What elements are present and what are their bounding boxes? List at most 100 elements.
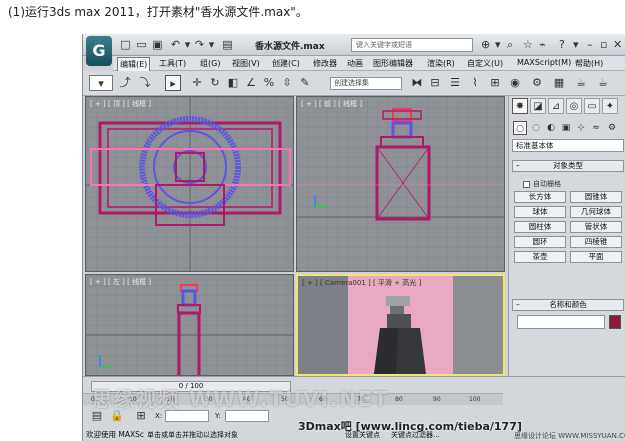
subscription-icon[interactable]: ⌕ (507, 38, 513, 52)
open-file-icon[interactable]: ▭ (135, 38, 148, 51)
viewport-camera-label[interactable]: [ + ] [ Camera001 ] [ 平滑 + 高光 ] (302, 278, 421, 288)
cylinder-button[interactable]: 圆柱体 (514, 221, 566, 233)
name-color-rollout[interactable]: – 名称和颜色 (512, 299, 624, 311)
auto-grid-checkbox[interactable]: 自动栅格 (523, 179, 561, 189)
box-button[interactable]: 长方体 (514, 191, 566, 203)
spinner-snap-icon[interactable]: ⇳ (279, 75, 295, 91)
redo-dropdown-icon[interactable]: ▾ (205, 38, 218, 51)
helpers-icon[interactable]: ⊹ (574, 121, 588, 135)
menu-modifiers[interactable]: 修改器 (311, 57, 339, 70)
viewport-front-label[interactable]: [ + ] [ 前 ] [ 线框 ] (301, 99, 362, 109)
torus-button[interactable]: 圆环 (514, 236, 566, 248)
material-editor-icon[interactable]: ◉ (507, 75, 523, 91)
move-icon[interactable]: ✛ (189, 75, 205, 91)
plane-button[interactable]: 平面 (570, 251, 622, 263)
select-icon[interactable]: ▸ (165, 75, 181, 91)
angle-snap-icon[interactable]: ∠ (243, 75, 259, 91)
menu-tools[interactable]: 工具(T) (157, 57, 188, 70)
shapes-icon[interactable]: ◌ (529, 121, 543, 135)
geometry-icon[interactable]: ○ (513, 121, 527, 135)
viewport-camera[interactable]: [ + ] [ Camera001 ] [ 平滑 + 高光 ] (296, 274, 505, 376)
cone-button[interactable]: 圆锥体 (570, 191, 622, 203)
geosphere-button[interactable]: 几何球体 (570, 206, 622, 218)
percent-snap-icon[interactable]: % (261, 75, 277, 91)
sphere-button[interactable]: 球体 (514, 206, 566, 218)
menu-customize[interactable]: 自定义(U) (465, 57, 505, 70)
schematic-icon[interactable]: ⊞ (487, 75, 503, 91)
main-toolbar: ▾ ⤴ ⤵ ▸ ✛ ↻ ◧ ∠ % ⇳ ✎ 创建选择集 ⧓ ⊟ ☰ ⌇ ⊞ ◉ … (83, 71, 625, 96)
modify-tab-icon[interactable]: ◪ (530, 98, 546, 114)
menu-animation[interactable]: 动画 (345, 57, 365, 70)
utilities-tab-icon[interactable]: ✦ (602, 98, 618, 114)
y-label: Y: (215, 412, 221, 420)
mirror-icon[interactable]: ⧓ (409, 75, 425, 91)
viewport-top[interactable]: [ + ] [ 顶 ] [ 线框 ] (85, 96, 294, 272)
object-color-swatch[interactable] (609, 315, 621, 329)
command-panel: ✸ ◪ ⊿ ◎ ▭ ✦ ○ ◌ ◐ ▣ ⊹ ≈ ⚙ 标准基本体 – 对象类型 自动… (508, 96, 625, 396)
pyramid-button[interactable]: 四棱锥 (570, 236, 622, 248)
layer-icon[interactable]: ☰ (447, 75, 463, 91)
viewport-left[interactable]: [ + ] [ 左 ] [ 线框 ] (85, 274, 294, 376)
menu-views[interactable]: 视图(V) (230, 57, 262, 70)
viewport-front[interactable]: [ + ] [ 前 ] [ 线框 ] (296, 96, 505, 272)
menu-graph-editors[interactable]: 图形编辑器 (371, 57, 415, 70)
curve-editor-icon[interactable]: ⌇ (467, 75, 483, 91)
teapot-button[interactable]: 茶壶 (514, 251, 566, 263)
watermark-site-2: 思缘设计论坛 WWW.MISSYUAN.COM (514, 432, 625, 440)
cameras-icon[interactable]: ▣ (559, 121, 573, 135)
menu-edit[interactable]: 编辑(E) (117, 57, 151, 72)
tube-button[interactable]: 管状体 (570, 221, 622, 233)
save-icon[interactable]: ▣ (151, 38, 164, 51)
align-icon[interactable]: ⊟ (427, 75, 443, 91)
help-dropdown-icon[interactable]: ▾ (573, 38, 579, 51)
object-type-rollout[interactable]: – 对象类型 (512, 160, 624, 172)
app-logo-icon[interactable]: G (86, 36, 112, 66)
menu-rendering[interactable]: 渲染(R) (425, 57, 457, 70)
menu-maxscript[interactable]: MAXScript(M) (515, 57, 573, 68)
maxscript-listener[interactable]: 欢迎使用 MAXSc (86, 429, 144, 440)
object-type-title: 对象类型 (553, 161, 583, 170)
search-input[interactable]: 键入关键字或短语 (351, 38, 473, 52)
x-label: X: (155, 412, 163, 420)
create-tab-icon[interactable]: ✸ (512, 98, 528, 114)
object-name-input[interactable] (517, 315, 605, 329)
select-link-icon[interactable]: ⤴ (117, 75, 133, 91)
project-folder-icon[interactable]: ▤ (221, 38, 234, 51)
viewport-left-label[interactable]: [ + ] [ 左 ] [ 线框 ] (90, 277, 151, 287)
help-icon[interactable]: ? (559, 38, 565, 51)
quick-render-icon[interactable]: ☕ (595, 75, 611, 91)
category-dropdown[interactable]: 标准基本体 (512, 139, 624, 152)
watermark-logo: 思缘视频 WWW.TUVI.NET (92, 387, 390, 411)
selection-filter-dropdown[interactable]: ▾ (89, 75, 113, 91)
favorites-icon[interactable]: ☆ (523, 38, 533, 51)
render-icon[interactable]: ☕ (573, 75, 589, 91)
rollout-minus-icon: – (516, 161, 520, 170)
dropdown-icon[interactable]: ▾ (495, 38, 501, 51)
named-selection-icon[interactable]: ✎ (297, 75, 313, 91)
minimize-icon[interactable]: – (587, 38, 593, 51)
menu-group[interactable]: 组(G) (198, 57, 222, 70)
new-file-icon[interactable]: □ (119, 38, 132, 51)
lights-icon[interactable]: ◐ (544, 121, 558, 135)
menu-help[interactable]: 帮助(H) (573, 57, 605, 70)
restore-icon[interactable]: ▫ (600, 38, 607, 51)
display-tab-icon[interactable]: ▭ (584, 98, 600, 114)
named-selection-set-dropdown[interactable]: 创建选择集 (330, 77, 402, 90)
binoculars-icon[interactable]: ⊕ (481, 38, 490, 51)
motion-tab-icon[interactable]: ◎ (566, 98, 582, 114)
viewport-top-label[interactable]: [ + ] [ 顶 ] [ 线框 ] (90, 99, 151, 109)
spacewarps-icon[interactable]: ≈ (589, 121, 603, 135)
rotate-icon[interactable]: ↻ (207, 75, 223, 91)
unlink-icon[interactable]: ⤵ (137, 75, 153, 91)
menu-create[interactable]: 创建(C) (270, 57, 302, 70)
rendered-frame-icon[interactable]: ▦ (551, 75, 567, 91)
close-icon[interactable]: ✕ (613, 38, 622, 51)
systems-icon[interactable]: ⚙ (605, 121, 619, 135)
hierarchy-tab-icon[interactable]: ⊿ (548, 98, 564, 114)
title-bar: □ ▭ ▣ ↶ ▾ ↷ ▾ ▤ 香水源文件.max 键入关键字或短语 ⊕ ▾ ⌕… (83, 34, 625, 56)
render-setup-icon[interactable]: ⚙ (529, 75, 545, 91)
menu-bar: 编辑(E) 工具(T) 组(G) 视图(V) 创建(C) 修改器 动画 图形编辑… (113, 56, 625, 72)
checkbox-icon (523, 180, 530, 188)
snap-icon[interactable]: ◧ (225, 75, 241, 91)
communication-icon[interactable]: ⌁ (539, 38, 546, 51)
